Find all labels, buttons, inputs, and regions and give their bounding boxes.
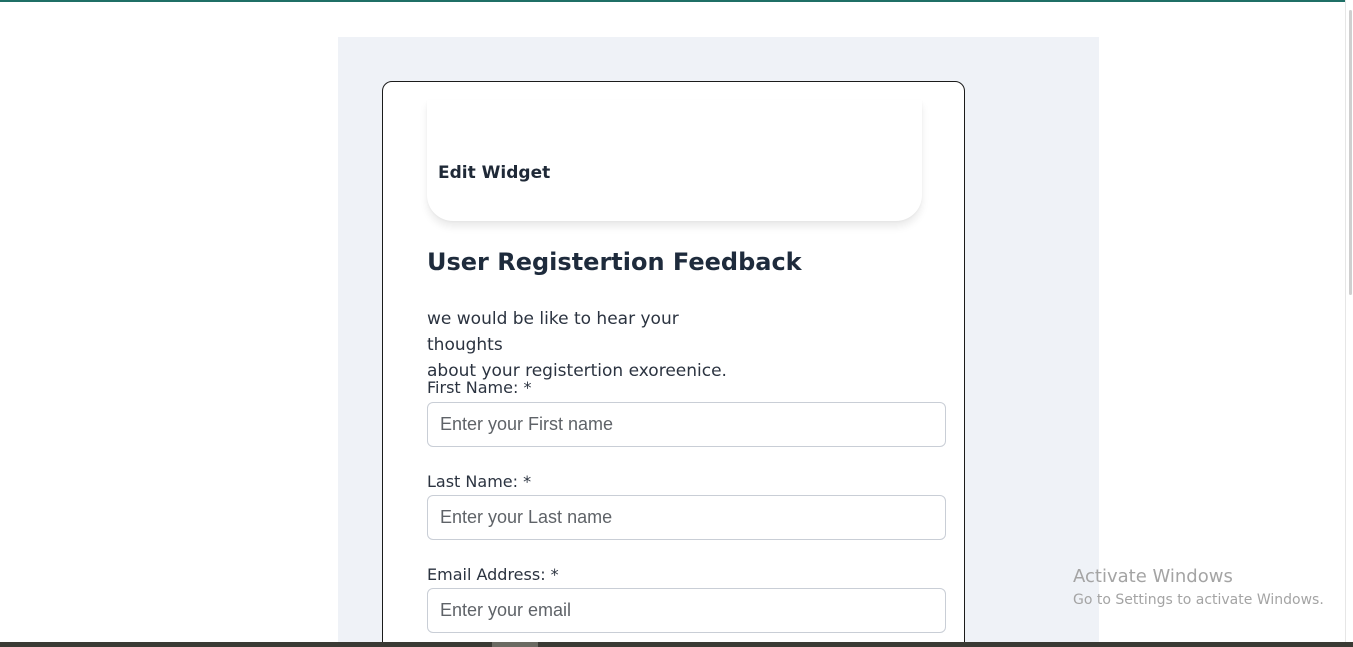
form-description: we would be like to hear your thoughts a… <box>427 306 757 384</box>
last-name-input[interactable] <box>427 495 946 540</box>
taskbar-edge <box>0 642 1353 647</box>
vertical-scrollbar-thumb[interactable] <box>1349 10 1352 295</box>
first-name-label: First Name: * <box>427 378 532 397</box>
watermark-subtitle: Go to Settings to activate Windows. <box>1073 592 1324 608</box>
form-title: User Registertion Feedback <box>427 248 802 276</box>
email-input[interactable] <box>427 588 946 633</box>
edit-widget-label[interactable]: Edit Widget <box>438 163 550 183</box>
first-name-input[interactable] <box>427 402 946 447</box>
top-accent-bar <box>0 0 1353 2</box>
form-description-line-1: we would be like to hear your thoughts <box>427 309 679 355</box>
edit-widget-header[interactable] <box>427 100 922 221</box>
activate-windows-watermark: Activate Windows Go to Settings to activ… <box>1073 565 1324 611</box>
email-label: Email Address: * <box>427 565 559 584</box>
last-name-label: Last Name: * <box>427 472 532 491</box>
taskbar-active-item[interactable] <box>492 642 538 647</box>
watermark-title: Activate Windows <box>1073 566 1233 587</box>
